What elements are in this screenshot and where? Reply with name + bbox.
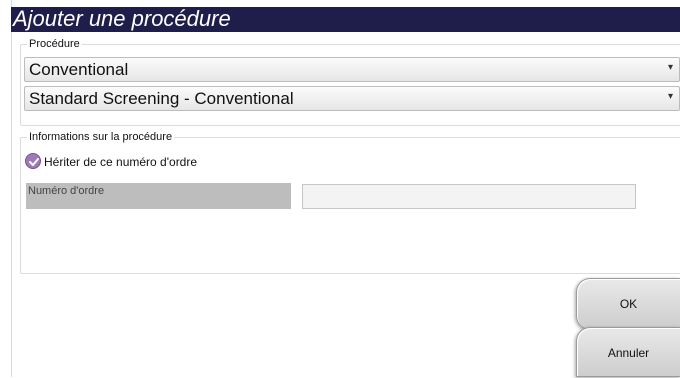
procedure-type-value: Conventional bbox=[29, 60, 129, 79]
dialog-titlebar: Ajouter une procédure bbox=[11, 6, 680, 32]
procedure-value: Standard Screening - Conventional bbox=[29, 89, 294, 108]
checkmark-icon bbox=[29, 158, 39, 166]
window-left-border bbox=[0, 0, 12, 377]
order-number-label: Numéro d'ordre bbox=[28, 185, 105, 197]
ok-button-label: OK bbox=[619, 297, 638, 311]
procedure-info-legend: Informations sur la procédure bbox=[29, 131, 173, 143]
inherit-order-label[interactable]: Hériter de ce numéro d'ordre bbox=[44, 155, 197, 169]
procedure-group: Procédure bbox=[20, 38, 680, 126]
inherit-order-checkbox[interactable] bbox=[25, 153, 41, 169]
dropdown-arrow-icon: ▾ bbox=[667, 91, 673, 102]
dialog-title: Ajouter une procédure bbox=[13, 6, 231, 31]
order-number-label-box: Numéro d'ordre bbox=[26, 183, 291, 209]
order-number-input[interactable] bbox=[302, 184, 636, 209]
ok-button[interactable]: OK bbox=[576, 278, 680, 330]
cancel-button-label: Annuler bbox=[607, 346, 650, 360]
procedure-select[interactable]: Standard Screening - Conventional ▾ bbox=[24, 86, 680, 111]
procedure-group-legend: Procédure bbox=[29, 38, 80, 50]
procedure-type-select[interactable]: Conventional ▾ bbox=[24, 57, 680, 82]
dropdown-arrow-icon: ▾ bbox=[667, 62, 673, 73]
cancel-button[interactable]: Annuler bbox=[576, 327, 680, 377]
